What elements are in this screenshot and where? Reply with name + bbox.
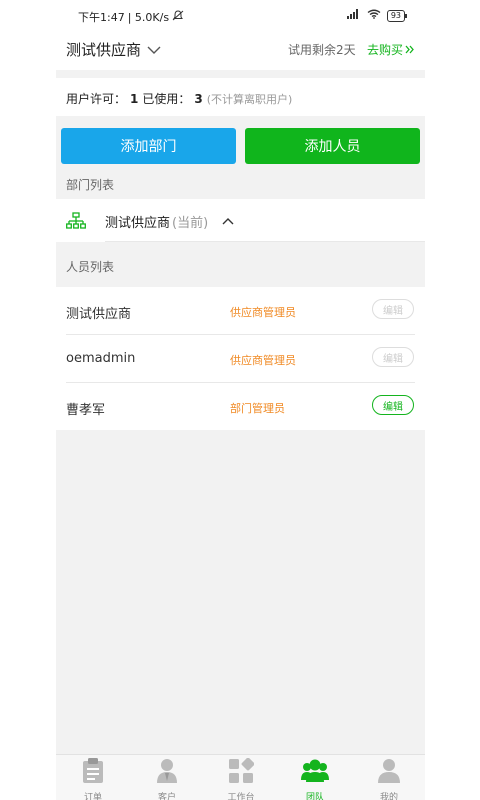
status-right: 93 — [346, 9, 408, 22]
org-chart-icon — [66, 212, 86, 234]
used-label: 已使用： — [142, 92, 191, 106]
wifi-icon — [367, 9, 381, 22]
buy-link[interactable]: 去购买 — [367, 41, 415, 58]
signal-icon — [346, 9, 361, 22]
person-role: 部门管理员 — [230, 402, 285, 415]
current-tag: (当前) — [172, 216, 209, 231]
edit-button-disabled: 编辑 — [372, 299, 414, 319]
department-name: 测试供应商 — [105, 216, 171, 231]
nav-label: 订单 — [83, 793, 102, 800]
status-bar: 下午1:47 | 5.0K/s 93 — [56, 0, 425, 32]
nav-label: 我的 — [379, 793, 398, 800]
app-screen: 下午1:47 | 5.0K/s 93 测试供应商 试用剩余2天 去购买 用户许可… — [56, 0, 425, 800]
edit-button[interactable]: 编辑 — [372, 395, 414, 415]
permit-count: 1 — [130, 92, 139, 106]
nav-label: 客户 — [157, 793, 176, 800]
nav-item-orders[interactable]: 订单 — [56, 758, 130, 800]
section-divider — [56, 70, 425, 78]
mute-icon — [172, 10, 184, 24]
nav-label: 团队 — [305, 793, 324, 800]
license-info: 用户许可： 1 已使用： 3 (不计算离职用户) — [56, 78, 425, 116]
people-list-label: 人员列表 — [66, 260, 115, 274]
add-person-button[interactable]: 添加人员 — [245, 128, 420, 164]
status-time: 下午1:47 — [78, 11, 125, 24]
list-item[interactable]: 曹孝军 部门管理员 编辑 — [56, 383, 425, 431]
status-left: 下午1:47 | 5.0K/s — [78, 9, 184, 25]
chevron-up-icon[interactable] — [222, 214, 234, 229]
bottom-nav: 订单 客户 工作台 团队 我的 — [56, 754, 425, 800]
action-buttons: 添加部门 添加人员 — [56, 118, 425, 172]
department-row[interactable]: 测试供应商 (当前) — [56, 199, 425, 242]
person-icon — [156, 758, 178, 788]
buy-label: 去购买 — [367, 43, 404, 57]
person-name: 测试供应商 — [66, 307, 132, 322]
list-item[interactable]: 测试供应商 供应商管理员 编辑 — [56, 287, 425, 335]
edit-button-disabled: 编辑 — [372, 347, 414, 367]
person-name: oemadmin — [66, 351, 136, 366]
battery-icon: 93 — [386, 9, 408, 22]
person-role: 供应商管理员 — [230, 306, 296, 319]
double-chevron-right-icon — [405, 43, 415, 57]
profile-icon — [377, 758, 401, 788]
status-network-speed: | 5.0K/s — [127, 10, 170, 24]
people-list: 测试供应商 供应商管理员 编辑 oemadmin 供应商管理员 编辑 曹孝军 部… — [56, 287, 425, 430]
add-department-button[interactable]: 添加部门 — [61, 128, 236, 164]
chevron-down-icon — [147, 41, 161, 59]
nav-item-customers[interactable]: 客户 — [130, 758, 204, 800]
person-role: 供应商管理员 — [230, 354, 296, 367]
trial-remaining: 试用剩余2天 — [288, 43, 356, 57]
permit-label: 用户许可： — [66, 92, 127, 106]
department-divider — [105, 241, 425, 242]
supplier-switcher[interactable]: 测试供应商 — [66, 39, 161, 60]
team-icon — [301, 758, 329, 788]
license-note: (不计算离职用户) — [206, 93, 293, 106]
nav-item-workbench[interactable]: 工作台 — [204, 757, 278, 800]
department-list-label: 部门列表 — [66, 178, 115, 192]
nav-item-team[interactable]: 团队 — [278, 758, 352, 800]
list-item[interactable]: oemadmin 供应商管理员 编辑 — [56, 335, 425, 383]
nav-label: 工作台 — [227, 793, 255, 800]
page-title: 测试供应商 — [66, 41, 142, 59]
grid-icon — [228, 757, 255, 788]
person-name: 曹孝军 — [66, 403, 106, 418]
nav-item-mine[interactable]: 我的 — [352, 758, 425, 800]
app-header: 测试供应商 试用剩余2天 去购买 — [56, 32, 425, 70]
used-count: 3 — [194, 92, 203, 106]
clipboard-icon — [82, 758, 104, 788]
